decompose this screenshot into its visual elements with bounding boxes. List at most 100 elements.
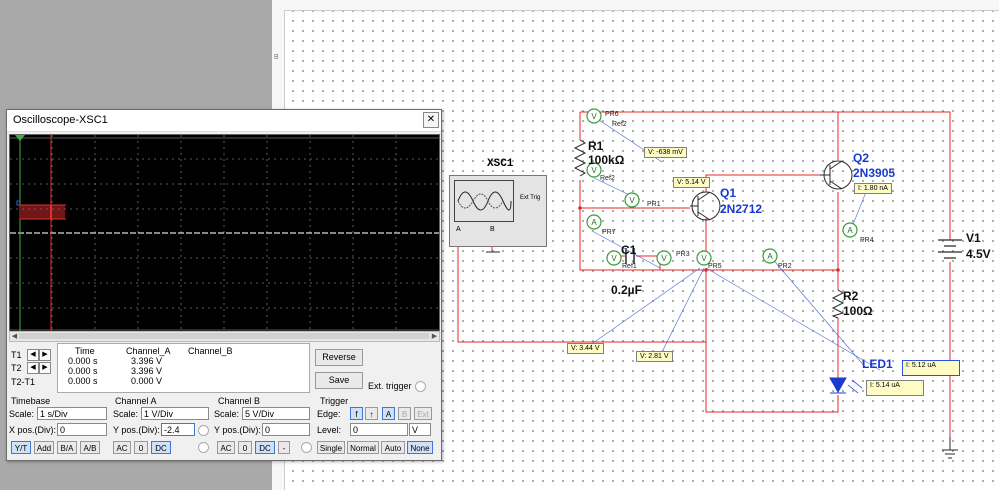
scroll-thumb[interactable] — [19, 333, 429, 339]
led1-name: LED1 — [862, 357, 893, 371]
channel-b-scale-input[interactable]: 5 V/Div — [242, 407, 310, 420]
r2-name: R2 — [843, 289, 859, 303]
channel-a-ypos-label: Y pos.(Div): — [113, 425, 160, 435]
scope-scrollbar[interactable]: ◀ ▶ — [9, 331, 440, 342]
channel-a-dc-button[interactable]: DC — [151, 441, 171, 454]
t1-left-arrow[interactable]: ◀ — [27, 349, 39, 361]
r1-name: R1 — [588, 139, 604, 153]
timebase-scale-input[interactable]: 1 s/Div — [37, 407, 107, 420]
channel-b-header: Channel B — [218, 396, 261, 406]
svg-text:A: A — [847, 226, 853, 235]
trigger-normal-button[interactable]: Normal — [347, 441, 379, 454]
channel-a-scale-input[interactable]: 1 V/Div — [141, 407, 209, 420]
scroll-right-icon[interactable]: ▶ — [430, 332, 439, 341]
t1-label: T1 — [11, 350, 22, 360]
trigger-auto-button[interactable]: Auto — [381, 441, 405, 454]
t1-time: 0.000 s — [68, 356, 98, 366]
save-button[interactable]: Save — [315, 372, 363, 389]
channel-b-minus-button[interactable]: - — [278, 441, 290, 454]
scope-b-label: B — [490, 226, 495, 233]
col-time: Time — [75, 346, 95, 356]
c1-value: 0.2µF — [611, 283, 642, 297]
led-symbol — [829, 377, 847, 394]
t1-right-arrow[interactable]: ▶ — [39, 349, 51, 361]
col-channel-a: Channel_A — [126, 346, 171, 356]
readout-i-180: I: 1.80 nA — [854, 183, 892, 194]
scroll-left-icon[interactable]: ◀ — [10, 332, 19, 341]
t2-t1-label: T2-T1 — [11, 377, 36, 387]
channel-b-ac-button[interactable]: AC — [217, 441, 235, 454]
scope-label: XSC1 — [487, 158, 514, 170]
trigger-source-ext-button[interactable]: Ext — [414, 407, 432, 420]
t2-left-arrow[interactable]: ◀ — [27, 362, 39, 374]
cursor-readout-table: Time Channel_A Channel_B 0.000 s 3.396 V… — [57, 343, 310, 393]
channel-a-scale-label: Scale: — [113, 409, 139, 419]
trigger-source-a-button[interactable]: A — [382, 407, 395, 420]
scope-ext-trig-label: Ext Trig — [520, 195, 541, 201]
channel-a-ac-button[interactable]: AC — [113, 441, 131, 454]
oscilloscope-component[interactable]: Ext Trig A B — [449, 175, 547, 247]
svg-text:A: A — [767, 252, 773, 261]
trigger-edge-label: Edge: — [317, 409, 341, 419]
timebase-scale-label: Scale: — [9, 409, 35, 419]
r2-symbol — [831, 289, 845, 319]
channel-b-ypos-input[interactable]: 0 — [262, 423, 310, 436]
timebase-xpos-label: X pos.(Div): — [9, 425, 57, 435]
ext-trigger-radio[interactable] — [415, 381, 426, 392]
q2-name: Q2 — [853, 151, 869, 165]
q1-model: 2N2712 — [720, 202, 762, 216]
channel-b-zero-button[interactable]: 0 — [238, 441, 252, 454]
battery-symbol — [938, 239, 962, 259]
trigger-falling-edge-button[interactable]: f — [350, 407, 363, 420]
channel-a-ypos-input[interactable]: -2.4 — [161, 423, 195, 436]
ref1-label: Ref1 — [622, 263, 637, 270]
t2-right-arrow[interactable]: ▶ — [39, 362, 51, 374]
trigger-source-b-button[interactable]: B — [398, 407, 411, 420]
svg-text:V: V — [701, 254, 707, 263]
t2-t1-channel-a: 0.000 V — [131, 376, 163, 386]
timebase-xpos-input[interactable]: 0 — [57, 423, 107, 436]
r1-value: 100kΩ — [588, 153, 625, 167]
channel-a-spin-icon[interactable] — [198, 425, 209, 436]
wire-led-loop — [705, 270, 839, 413]
mode-ab-button[interactable]: A/B — [80, 441, 100, 454]
mode-ba-button[interactable]: B/A — [57, 441, 77, 454]
svg-text:V: V — [661, 254, 667, 263]
scope-mini-screen — [454, 180, 514, 222]
trigger-none-button[interactable]: None — [407, 441, 433, 454]
readout-v-514: V: 5.14 V — [673, 177, 710, 188]
t2-label: T2 — [11, 363, 22, 373]
window-titlebar[interactable]: Oscilloscope-XSC1 ✕ — [7, 110, 441, 132]
trigger-rising-edge-button[interactable]: ↑ — [365, 407, 378, 420]
window-title: Oscilloscope-XSC1 — [13, 114, 108, 126]
channel-b-radio[interactable] — [301, 442, 312, 453]
svg-text:V: V — [591, 112, 597, 121]
channel-b-ypos-label: Y pos.(Div): — [214, 425, 261, 435]
timebase-header: Timebase — [11, 396, 51, 406]
pr2-label: PR2 — [778, 263, 792, 270]
ref2-label-top: Ref2 — [612, 121, 627, 128]
scope-display[interactable] — [9, 134, 440, 333]
mode-yt-button[interactable]: Y/T — [11, 441, 31, 454]
t2-channel-a: 3.396 V — [131, 366, 163, 376]
oscilloscope-window[interactable]: Oscilloscope-XSC1 ✕ ◀ ▶ T1 ◀ ▶ T2 ◀ ▶ T2… — [6, 109, 442, 461]
col-channel-b: Channel_B — [188, 346, 233, 356]
trigger-level-unit[interactable]: V — [409, 423, 431, 436]
reverse-button[interactable]: Reverse — [315, 349, 363, 366]
t2-time: 0.000 s — [68, 366, 98, 376]
pr1-label: PR1 — [647, 201, 661, 208]
scope-graticule — [10, 135, 439, 332]
svg-text:V: V — [611, 254, 617, 263]
readout-i-512: I: 5.12 uA — [902, 360, 960, 376]
channel-a-zero-button[interactable]: 0 — [134, 441, 148, 454]
trigger-level-input[interactable]: 0 — [350, 423, 408, 436]
channel-a-radio[interactable] — [198, 442, 209, 453]
trigger-single-button[interactable]: Single — [317, 441, 345, 454]
channel-a-header: Channel A — [115, 396, 157, 406]
mode-add-button[interactable]: Add — [34, 441, 54, 454]
close-button[interactable]: ✕ — [423, 112, 439, 128]
channel-a-trace — [19, 205, 65, 219]
readout-v-281: V: 2.81 V — [636, 351, 673, 362]
channel-b-dc-button[interactable]: DC — [255, 441, 275, 454]
q1-name: Q1 — [720, 186, 736, 200]
